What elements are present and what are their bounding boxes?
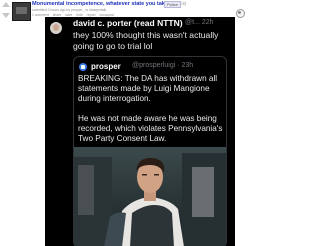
quoted-author-name: prosper <box>91 61 121 71</box>
quoted-text-2: He was not made aware he was being recor… <box>78 114 223 143</box>
quoted-avatar <box>79 63 87 71</box>
award-icon[interactable] <box>235 9 245 19</box>
upvote-icon[interactable] <box>2 2 10 7</box>
downvote-icon[interactable] <box>2 13 10 18</box>
quoted-author-handle: @prosperluigi · 23h <box>132 62 194 69</box>
post-title[interactable]: Monumental incompetence, whatever state … <box>32 1 186 7</box>
tweet-text: they 100% thought this wasn't actually g… <box>73 30 219 51</box>
vote-column <box>1 1 11 21</box>
post-flair: Police <box>164 1 181 8</box>
post-title-text[interactable]: Monumental incompetence, whatever state … <box>32 1 168 7</box>
tweet-author-name: david c. porter (read NTTN) <box>73 18 183 28</box>
post-image[interactable]: david c. porter (read NTTN) @t... 22h th… <box>45 17 235 246</box>
quoted-photo <box>74 147 226 246</box>
tweet-avatar <box>50 22 62 34</box>
tweet-author-handle: @t... 22h <box>185 18 214 26</box>
post-meta: submitted 3 hours ago by prosper_ to r/l… <box>32 8 107 12</box>
post-thumbnail[interactable] <box>12 2 31 21</box>
quoted-text-1: BREAKING: The DA has withdrawn all state… <box>78 74 218 103</box>
x-logo-icon: 𝕏 <box>224 26 234 39</box>
quoted-tweet: prosper @prosperluigi · 23h BREAKING: Th… <box>73 56 227 246</box>
